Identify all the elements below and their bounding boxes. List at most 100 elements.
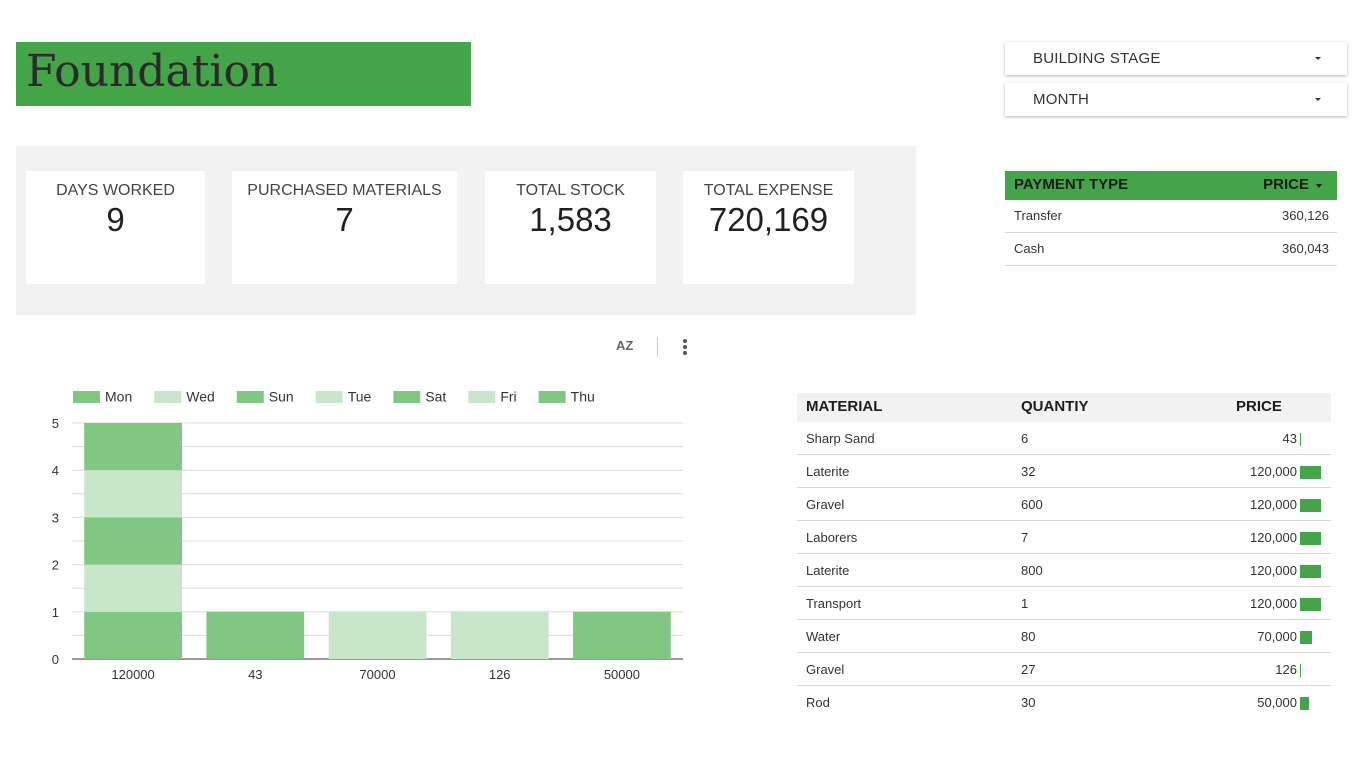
kpi-label: TOTAL EXPENSE: [703, 182, 834, 199]
material-cell: Laterite: [806, 464, 850, 479]
price-bar: [1300, 499, 1321, 512]
material-cell: Gravel: [806, 497, 845, 512]
quantity-cell: 600: [1021, 497, 1043, 512]
legend-swatch: [538, 391, 566, 403]
price-cell: 360,043: [1282, 241, 1329, 256]
price-cell: 360,126: [1282, 208, 1329, 223]
payment-type-cell: Transfer: [1014, 208, 1062, 223]
price-cell: 120,000: [1250, 497, 1297, 512]
table-row: Rod 30 50,000: [797, 686, 1331, 719]
bar-segment-fri: [450, 611, 549, 659]
price-cell: 120,000: [1250, 596, 1297, 611]
y-tick-label: 3: [52, 510, 59, 525]
material-cell: Rod: [806, 695, 830, 710]
legend-label: Tue: [348, 389, 372, 405]
material-cell: Laterite: [806, 563, 850, 578]
kpi-days-worked: DAYS WORKED 9: [26, 171, 205, 284]
price-cell: 50,000: [1257, 695, 1297, 710]
x-tick-label: 120000: [111, 667, 154, 682]
legend-swatch: [468, 391, 496, 403]
quantity-cell: 27: [1021, 662, 1036, 677]
stacked-bar-chart: Mon Wed Sun Tue Sat Fri Thu 0 1 2 3 4 5 120000 43 70000…: [52, 389, 683, 682]
x-tick-label: 43: [248, 667, 262, 682]
column-header-payment-type[interactable]: PAYMENT TYPE: [1014, 176, 1128, 193]
table-row: Cash 360,043: [1005, 233, 1337, 266]
bar-segment-sun: [84, 517, 182, 565]
bar-segment-sun: [573, 611, 671, 659]
legend-label: Mon: [105, 389, 132, 405]
kpi-value: 7: [335, 201, 354, 238]
kpi-total-stock: TOTAL STOCK 1,583: [485, 171, 656, 284]
table-row: Laterite 800 120,000: [797, 554, 1331, 587]
kpi-label: TOTAL STOCK: [516, 182, 625, 199]
price-bar: [1300, 598, 1321, 611]
y-tick-label: 5: [52, 416, 59, 431]
quantity-cell: 800: [1021, 563, 1043, 578]
legend-swatch: [393, 391, 421, 403]
price-cell: 70,000: [1257, 629, 1297, 644]
bar-segment-wed: [328, 611, 427, 659]
chevron-down-icon: [1315, 98, 1321, 101]
table-row: Sharp Sand 6 43: [797, 422, 1331, 455]
month-label: MONTH: [1033, 91, 1089, 108]
page-title: Foundation: [26, 46, 279, 97]
chevron-down-icon: [1315, 57, 1321, 60]
price-bar: [1300, 697, 1309, 710]
legend-label: Sat: [425, 389, 446, 405]
kpi-label: DAYS WORKED: [56, 182, 175, 199]
kpi-value: 1,583: [529, 201, 612, 238]
bar-segment-sat: [84, 423, 182, 471]
material-cell: Laborers: [806, 530, 858, 545]
kpi-label: PURCHASED MATERIALS: [247, 182, 442, 199]
price-bar: [1300, 466, 1321, 479]
building-stage-dropdown[interactable]: BUILDING STAGE: [1005, 42, 1347, 75]
price-cell: 43: [1282, 431, 1297, 446]
quantity-cell: 80: [1021, 629, 1036, 644]
legend-swatch: [154, 391, 182, 403]
material-cell: Water: [806, 629, 841, 644]
legend-label: Wed: [186, 389, 215, 405]
bar-segment-tue: [84, 470, 182, 518]
quantity-cell: 1: [1021, 596, 1029, 611]
price-bar: [1300, 433, 1301, 446]
price-bar: [1300, 532, 1321, 545]
legend-label: Thu: [571, 389, 595, 405]
column-header-material[interactable]: MATERIAL: [806, 398, 882, 415]
price-cell: 120,000: [1250, 530, 1297, 545]
column-header-quantity[interactable]: QUANTIY: [1021, 398, 1089, 415]
bar-segment-wed: [84, 564, 182, 612]
y-tick-label: 0: [52, 652, 59, 667]
quantity-cell: 6: [1021, 431, 1029, 446]
toolbar-divider: [657, 337, 658, 357]
kpi-panel: DAYS WORKED 9 PURCHASED MATERIALS 7 TOTA…: [16, 146, 916, 315]
material-cell: Sharp Sand: [806, 431, 875, 446]
price-cell: 120,000: [1250, 464, 1297, 479]
building-stage-label: BUILDING STAGE: [1033, 50, 1161, 67]
price-bar: [1300, 631, 1312, 644]
x-tick-label: 70000: [359, 667, 395, 682]
payment-type-table: PAYMENT TYPE PRICE Transfer 360,126 Cash…: [1005, 171, 1337, 266]
materials-table-header: MATERIAL QUANTIY PRICE: [797, 393, 1331, 422]
month-dropdown[interactable]: MONTH: [1005, 83, 1347, 116]
table-row: Laterite 32 120,000: [797, 455, 1331, 488]
kpi-value: 720,169: [708, 201, 829, 238]
more-options-icon[interactable]: [682, 339, 688, 355]
table-row: Laborers 7 120,000: [797, 521, 1331, 554]
price-bar: [1300, 664, 1301, 677]
y-tick-label: 2: [52, 558, 59, 573]
payment-type-cell: Cash: [1014, 241, 1045, 256]
column-header-price[interactable]: PRICE: [1236, 398, 1282, 415]
legend-swatch: [315, 391, 343, 403]
sort-az-icon[interactable]: AZ: [616, 338, 633, 353]
y-tick-label: 4: [52, 463, 59, 478]
kpi-value: 9: [106, 201, 125, 238]
column-header-price[interactable]: PRICE: [1263, 176, 1309, 193]
legend-label: Fri: [500, 389, 516, 405]
x-tick-label: 50000: [604, 667, 640, 682]
y-tick-label: 1: [52, 605, 59, 620]
chart-toolbar: AZ: [610, 334, 700, 362]
sort-desc-icon[interactable]: [1316, 184, 1322, 188]
materials-table: MATERIAL QUANTIY PRICE Sharp Sand 6 43 Late…: [797, 393, 1331, 719]
price-bar: [1300, 565, 1321, 578]
table-row: Gravel 27 126: [797, 653, 1331, 686]
